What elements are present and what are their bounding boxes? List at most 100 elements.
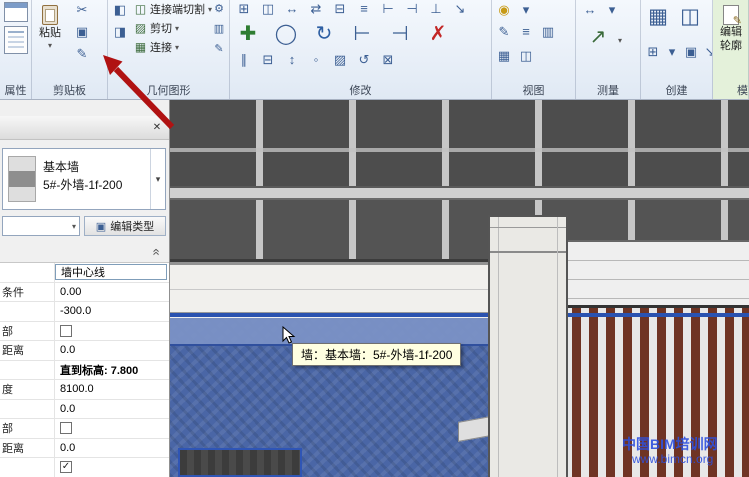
cut-geometry-button[interactable]: ▨ 剪切 ▾ xyxy=(134,19,179,37)
join-end-cut-button[interactable]: ◫ 连接端切割 ▾ xyxy=(134,0,212,18)
modify-tool-icon[interactable]: ↻ xyxy=(312,20,336,48)
chevron-down-icon[interactable]: ▾ xyxy=(150,149,165,209)
modify-tool-icon[interactable]: ∥ xyxy=(236,52,252,68)
3d-viewport[interactable]: 墙：基本墙：5#-外墙-1f-200 中国BIM培训网 www.bimcn.or… xyxy=(170,100,749,477)
modify-tool-icon[interactable]: ⊢ xyxy=(350,20,374,48)
edit-type-button[interactable]: ▣ 编辑类型 xyxy=(84,216,166,236)
panel-label-mode: 模式 xyxy=(713,84,748,99)
property-value[interactable]: 8100.0 xyxy=(55,380,169,399)
collapse-chevron-icon[interactable]: « xyxy=(150,248,162,255)
modify-tool-icon[interactable]: ⊟ xyxy=(332,1,348,17)
panel-label-clipboard: 剪贴板 xyxy=(32,84,107,99)
modify-tool-icon[interactable]: ◫ xyxy=(260,1,276,17)
clipboard-tool-icon[interactable]: ▣ xyxy=(74,24,90,40)
chevron-down-icon[interactable]: ▾ xyxy=(618,36,622,45)
create-tool-icon[interactable]: ⊞ xyxy=(645,44,661,60)
measure-diagonal-icon[interactable]: ↗ xyxy=(586,24,610,50)
checkbox[interactable] xyxy=(60,325,72,337)
filter-combobox[interactable]: ▾ xyxy=(2,216,80,236)
modify-tool-icon[interactable]: ⊟ xyxy=(260,52,276,68)
property-row: 距离 0.0 xyxy=(0,439,169,459)
property-row: 条件 0.00 xyxy=(0,283,169,303)
palette-titlebar[interactable]: ✕ xyxy=(0,116,169,140)
checkbox[interactable] xyxy=(60,422,72,434)
ribbon-panel-mode: ✎ 编辑 轮廓 模式 xyxy=(713,0,749,99)
modify-tool-icon[interactable]: ⊥ xyxy=(428,1,444,17)
location-line-value[interactable]: 墙中心线 xyxy=(55,264,167,280)
type-properties-icon[interactable] xyxy=(4,2,28,22)
modify-tool-icon[interactable]: ⊠ xyxy=(380,52,396,68)
view-tool-icon[interactable]: ◫ xyxy=(518,48,534,64)
clipboard-tool-icon[interactable]: ✎ xyxy=(74,46,90,62)
view-tool-icon[interactable]: ▦ xyxy=(496,48,512,64)
geometry-tool-icon[interactable]: ▥ xyxy=(212,22,226,36)
measure-tool-icon[interactable]: ▾ xyxy=(604,2,620,18)
selected-wall-top-band xyxy=(170,318,500,346)
paste-button[interactable]: 粘贴 ▾ xyxy=(35,0,65,66)
create-tool-icon[interactable]: ▾ xyxy=(664,44,680,60)
geometry-tool-icon[interactable]: ◨ xyxy=(112,24,128,40)
edit-profile-button[interactable]: ✎ 编辑 轮廓 xyxy=(715,2,747,68)
geometry-tool-icon[interactable]: ◧ xyxy=(112,2,128,18)
watermark-title: 中国BIM培训网 xyxy=(622,434,718,454)
view-tool-icon[interactable]: ▥ xyxy=(540,24,556,40)
property-row: 部 xyxy=(0,419,169,439)
modify-tool-icon[interactable]: ⊣ xyxy=(388,20,412,48)
type-selector[interactable]: 基本墙 5#-外墙-1f-200 ▾ xyxy=(2,148,166,210)
panel-label-create: 创建 xyxy=(641,84,712,99)
modify-tool-icon[interactable]: ✗ xyxy=(426,20,450,48)
create-tools-small: ⊞▾▣↘ xyxy=(645,44,713,60)
modify-tool-icon[interactable]: ↘ xyxy=(452,1,468,17)
join-geometry-icon: ▦ xyxy=(134,40,147,54)
view-tool-icon[interactable]: ≡ xyxy=(518,24,534,40)
modify-tool-icon[interactable]: ◦ xyxy=(308,52,324,68)
right-spandrel-band xyxy=(568,240,749,305)
modify-tool-icon[interactable]: ⊞ xyxy=(236,1,252,17)
measure-tool-icon[interactable]: ↔ xyxy=(582,2,598,18)
modify-tool-icon[interactable]: ↔ xyxy=(284,1,300,17)
property-value[interactable]: 0.0 xyxy=(55,439,169,458)
checkbox-checked[interactable]: ✓ xyxy=(60,461,72,473)
modify-tool-icon[interactable]: ↕ xyxy=(284,52,300,68)
watermark-url: www.bimcn.org xyxy=(632,452,713,466)
join-geometry-button[interactable]: ▦ 连接 ▾ xyxy=(134,38,179,56)
create-tool-icon[interactable]: ▣ xyxy=(683,44,699,60)
modify-tool-icon[interactable]: ⊢ xyxy=(380,1,396,17)
modify-tool-icon[interactable]: ✚ xyxy=(236,20,260,48)
ribbon-panel-modify: ⊞◫↔⇄⊟≡⊢⊣⊥↘ ✚◯↻⊢⊣✗ ∥⊟↕◦▨↺⊠ 修改 xyxy=(230,0,492,99)
top-constraint-value[interactable]: 直到标高: 7.800 xyxy=(55,361,169,380)
panel-label-measure: 测量 xyxy=(576,84,640,99)
create-tool-icon[interactable]: ▦ xyxy=(645,3,671,31)
view-tool-icon[interactable]: ▾ xyxy=(518,2,534,18)
geometry-tool-icon[interactable]: ✎ xyxy=(212,42,226,56)
geometry-right-tools: ⚙ ▥ ✎ xyxy=(212,2,226,56)
create-tool-icon[interactable]: ↘ xyxy=(702,44,713,60)
property-row: 度 8100.0 xyxy=(0,380,169,400)
create-tools-big: ▦◫ xyxy=(645,3,703,31)
property-value[interactable]: 0.00 xyxy=(55,283,169,302)
view-tool-icon[interactable]: ◉ xyxy=(496,2,512,18)
property-value[interactable]: -300.0 xyxy=(55,302,169,321)
geometry-tool-icon[interactable]: ⚙ xyxy=(212,2,226,16)
create-tool-icon[interactable]: ◫ xyxy=(677,3,703,31)
chevron-down-icon[interactable]: ▾ xyxy=(48,41,52,50)
pilaster-joint-line xyxy=(490,227,566,228)
ribbon-panel-clipboard: 粘贴 ▾ ✂ ▣ ✎ 剪贴板 xyxy=(32,0,108,99)
modify-tool-icon[interactable]: ▨ xyxy=(332,52,348,68)
modify-tool-icon[interactable]: ⊣ xyxy=(404,1,420,17)
curtain-wall-upper xyxy=(170,100,749,186)
modify-tool-icon[interactable]: ⇄ xyxy=(308,1,324,17)
view-tool-icon[interactable]: ✎ xyxy=(496,24,512,40)
close-icon[interactable]: ✕ xyxy=(149,120,165,136)
mouse-cursor xyxy=(282,326,296,346)
modify-tool-icon[interactable]: ≡ xyxy=(356,1,372,17)
cut-geometry-icon: ▨ xyxy=(134,21,147,35)
properties-palette-icon[interactable] xyxy=(4,26,28,54)
modify-tool-icon[interactable]: ↺ xyxy=(356,52,372,68)
type-name: 5#-外墙-1f-200 xyxy=(43,176,122,193)
clipboard-tool-icon[interactable]: ✂ xyxy=(74,2,90,18)
property-value[interactable]: 0.0 xyxy=(55,400,169,419)
modify-tool-icon[interactable]: ◯ xyxy=(274,20,298,48)
revit-window: 属性 粘贴 ▾ ✂▣✎ 剪贴板 ◧◨ ◫ 连接端切割 ▾ xyxy=(0,0,749,477)
property-value[interactable]: 0.0 xyxy=(55,341,169,360)
